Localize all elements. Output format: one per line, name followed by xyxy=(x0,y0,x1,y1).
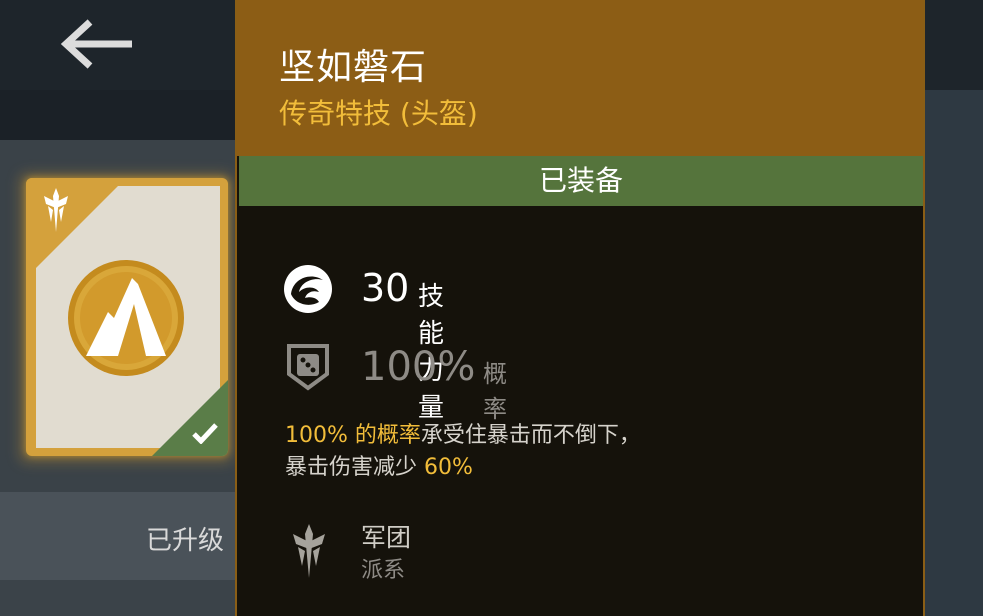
description-text: 暴击伤害减少 xyxy=(285,455,424,480)
skill-card[interactable] xyxy=(26,178,228,456)
legion-crest-icon xyxy=(293,524,325,578)
equipped-corner xyxy=(152,380,228,456)
legion-crest-icon xyxy=(44,188,68,232)
skill-description: 100% 的概率承受住暴击而不倒下， 暴击伤害减少 60% xyxy=(285,420,885,484)
stat-value: 30 xyxy=(361,266,410,310)
back-button[interactable] xyxy=(58,14,138,74)
right-edge-backdrop xyxy=(925,90,983,616)
faction-info: 军团 派系 xyxy=(285,518,585,588)
description-percent: 100% xyxy=(285,423,348,448)
skill-detail-panel: 坚如磐石 传奇特技 (头盔) 已装备 30 技能力量 100% 概率 100% … xyxy=(235,0,925,616)
upgraded-label: 已升级 xyxy=(146,526,225,556)
equipped-status-bar: 已装备 xyxy=(239,156,923,206)
checkmark-icon xyxy=(192,423,218,444)
skill-power-icon xyxy=(284,265,332,313)
description-line-1: 100% 的概率承受住暴击而不倒下， xyxy=(285,420,885,452)
skill-name: 坚如磐石 xyxy=(279,47,428,88)
chance-dice-icon xyxy=(287,344,329,391)
faction-label: 派系 xyxy=(361,558,406,583)
stat-label: 概率 xyxy=(483,360,507,423)
left-bottom-band xyxy=(0,580,235,616)
back-arrow-icon xyxy=(60,19,132,69)
faction-name: 军团 xyxy=(361,523,412,552)
description-line-2: 暴击伤害减少 60% xyxy=(285,452,885,484)
description-highlight: 的概率 xyxy=(347,423,421,448)
mountain-emblem-icon xyxy=(68,260,184,376)
description-percent: 60% xyxy=(424,455,473,480)
skill-type: 传奇特技 (头盔) xyxy=(279,97,478,130)
stat-value: 100% xyxy=(361,344,476,390)
description-text: 承受住暴击而不倒下， xyxy=(420,423,641,448)
panel-header: 坚如磐石 传奇特技 (头盔) xyxy=(237,0,923,156)
